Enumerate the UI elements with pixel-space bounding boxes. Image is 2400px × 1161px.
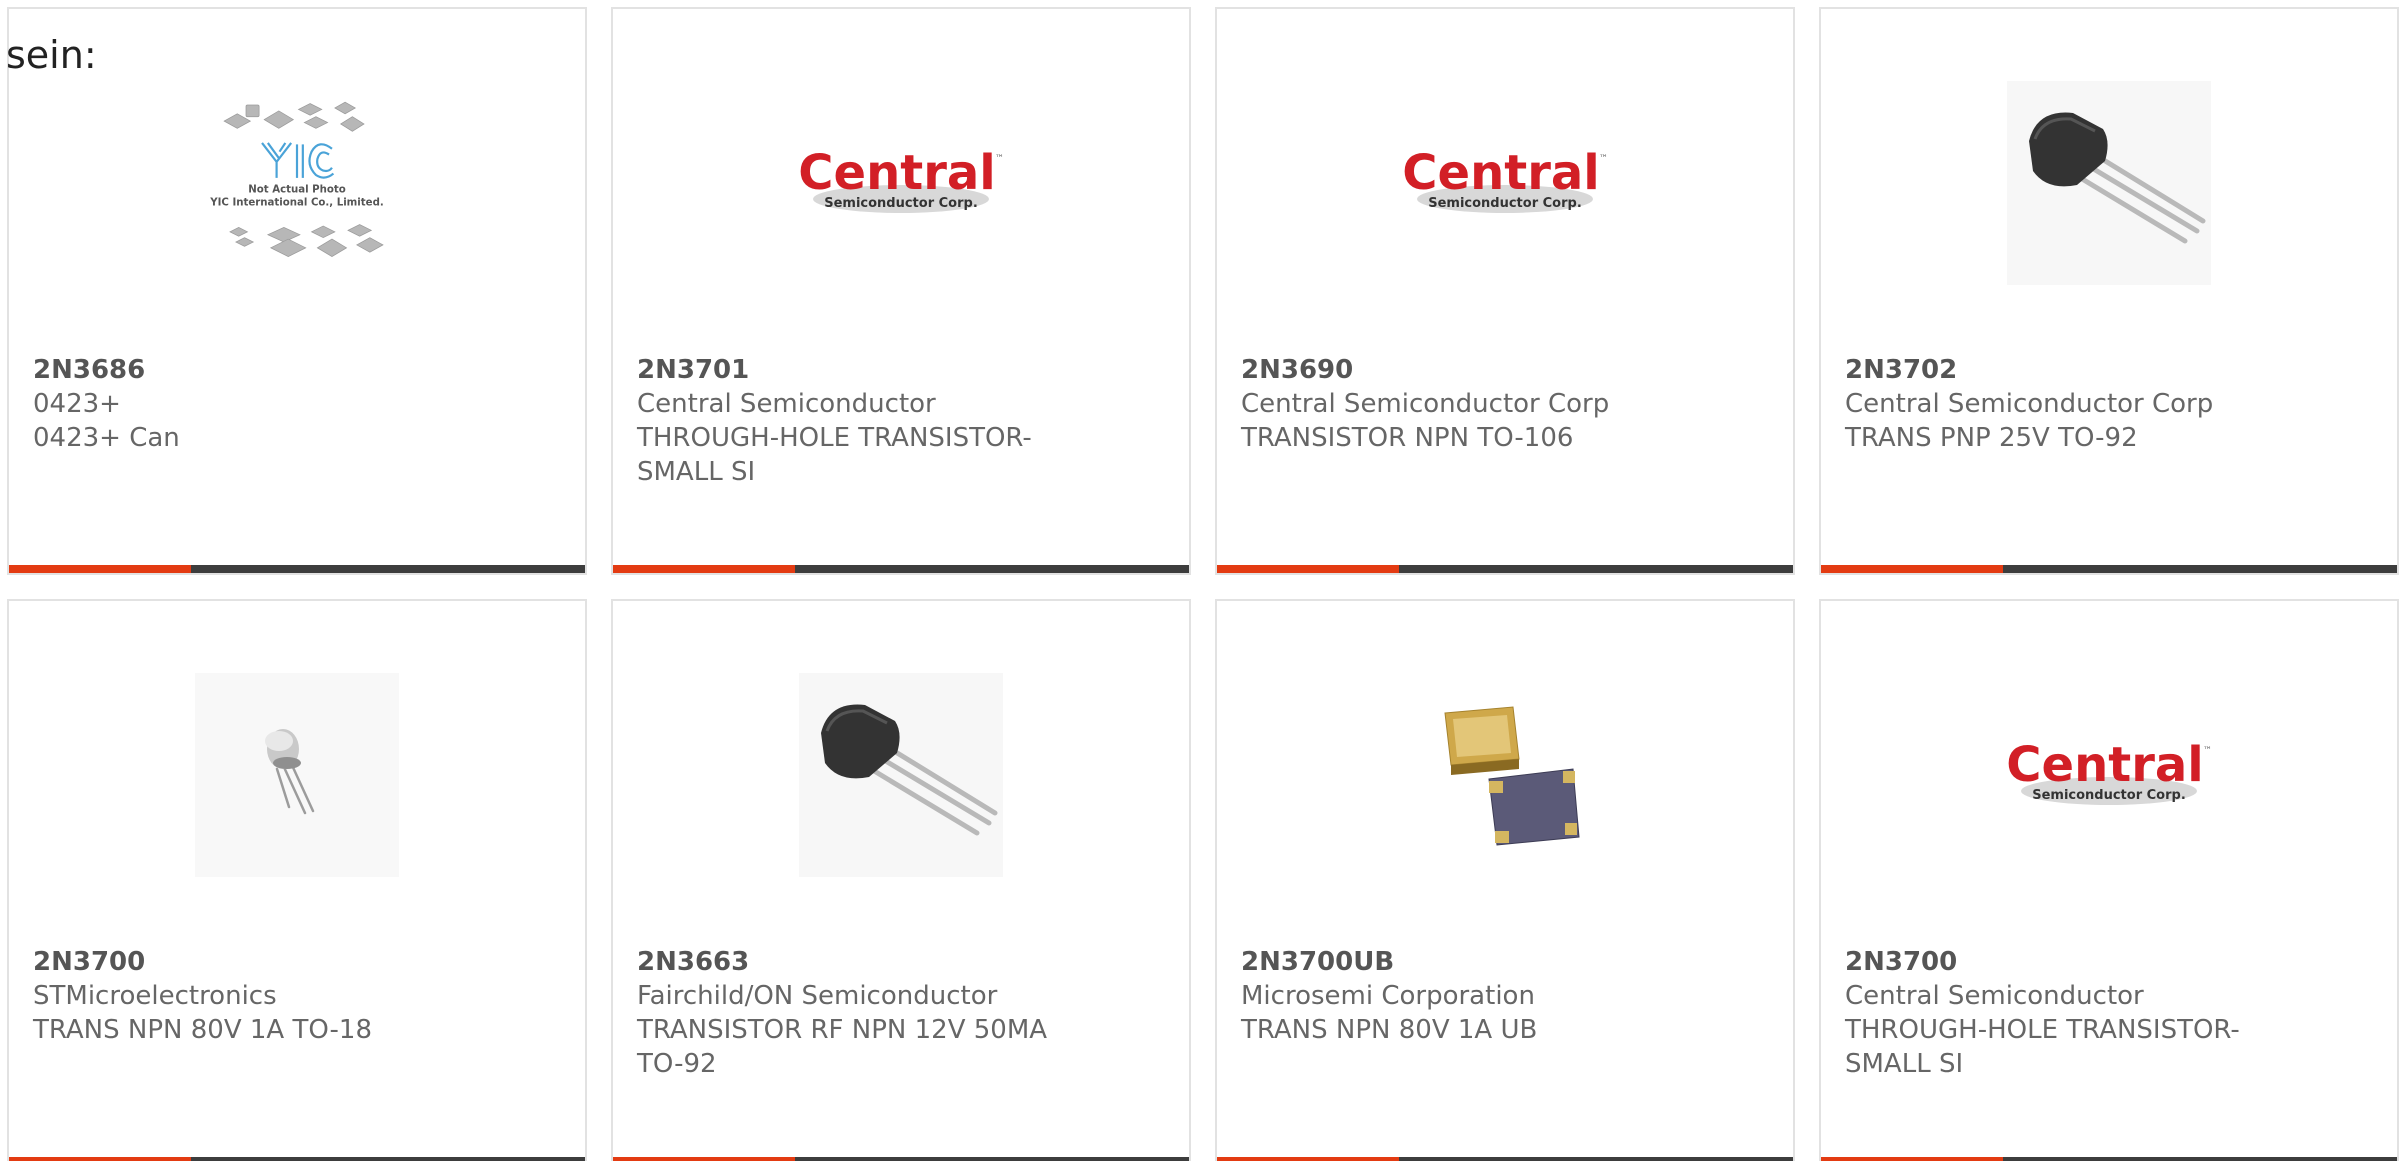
part-number: 2N3700UB bbox=[1241, 947, 1395, 977]
card-accent-bar bbox=[613, 565, 795, 573]
product-info: 2N3690 Central Semiconductor Corp TRANSI… bbox=[1241, 353, 1671, 455]
card-accent-bar bbox=[1217, 1157, 1399, 1161]
svg-text:Semiconductor Corp.: Semiconductor Corp. bbox=[824, 196, 978, 211]
manufacturer: Central Semiconductor bbox=[637, 389, 936, 419]
card-bottom-bar bbox=[1217, 1157, 1793, 1161]
description: 0423+ Can bbox=[33, 423, 180, 453]
card-bottom-bar bbox=[613, 1157, 1189, 1161]
card-bottom-bar bbox=[9, 1157, 585, 1161]
card-bottom-bar bbox=[1821, 565, 2397, 573]
product-image bbox=[1403, 673, 1607, 877]
svg-text:Central: Central bbox=[799, 145, 996, 201]
product-image bbox=[2007, 81, 2211, 285]
card-accent-bar bbox=[9, 1157, 191, 1161]
svg-text:YIC International Co., Limited: YIC International Co., Limited. bbox=[209, 198, 384, 209]
ub-smd-package-image bbox=[1444, 706, 1580, 846]
to92-transistor-image bbox=[799, 673, 1003, 877]
product-info: 2N3686 0423+ 0423+ Can bbox=[33, 353, 463, 455]
manufacturer: Central Semiconductor bbox=[1845, 981, 2144, 1011]
part-number: 2N3701 bbox=[637, 355, 750, 385]
product-image: Central ™ Semiconductor Corp. bbox=[2007, 673, 2211, 877]
product-card[interactable]: 2N3702 Central Semiconductor Corp TRANS … bbox=[1819, 7, 2399, 575]
product-card[interactable]: Central ™ Semiconductor Corp. 2N3700 Cen… bbox=[1819, 599, 2399, 1161]
part-number: 2N3702 bbox=[1845, 355, 1958, 385]
product-card[interactable]: 2N3700UB Microsemi Corporation TRANS NPN… bbox=[1215, 599, 1795, 1161]
card-accent-bar bbox=[1217, 565, 1399, 573]
manufacturer: Central Semiconductor Corp bbox=[1845, 389, 2214, 419]
manufacturer: STMicroelectronics bbox=[33, 981, 277, 1011]
svg-text:Semiconductor Corp.: Semiconductor Corp. bbox=[1428, 196, 1582, 211]
svg-text:Central: Central bbox=[1403, 145, 1600, 201]
product-info: 2N3702 Central Semiconductor Corp TRANS … bbox=[1845, 353, 2275, 455]
product-image bbox=[195, 673, 399, 877]
not-actual-photo-image: Not Actual Photo YIC International Co., … bbox=[209, 101, 384, 258]
description: THROUGH-HOLE TRANSISTOR-SMALL SI bbox=[637, 423, 1032, 487]
part-number: 2N3663 bbox=[637, 947, 750, 977]
description: TRANSISTOR NPN TO-106 bbox=[1241, 423, 1574, 453]
description: TRANS NPN 80V 1A TO-18 bbox=[33, 1015, 373, 1045]
product-image bbox=[799, 673, 1003, 877]
central-semiconductor-logo: Central ™ Semiconductor Corp. bbox=[1403, 145, 1607, 213]
description: THROUGH-HOLE TRANSISTOR-SMALL SI bbox=[1845, 1015, 2240, 1079]
description: TRANS NPN 80V 1A UB bbox=[1241, 1015, 1538, 1045]
product-image: Not Actual Photo YIC International Co., … bbox=[195, 81, 399, 285]
central-semiconductor-logo: Central ™ Semiconductor Corp. bbox=[799, 145, 1003, 213]
product-image: Central ™ Semiconductor Corp. bbox=[1403, 81, 1607, 285]
part-number: 2N3686 bbox=[33, 355, 146, 385]
manufacturer: Central Semiconductor Corp bbox=[1241, 389, 1610, 419]
product-info: 2N3700 STMicroelectronics TRANS NPN 80V … bbox=[33, 945, 463, 1047]
description: TRANSISTOR RF NPN 12V 50MA TO-92 bbox=[637, 1015, 1048, 1079]
card-bottom-bar bbox=[613, 565, 1189, 573]
product-info: 2N3701 Central Semiconductor THROUGH-HOL… bbox=[637, 353, 1067, 489]
manufacturer: Fairchild/ON Semiconductor bbox=[637, 981, 998, 1011]
svg-text:Semiconductor Corp.: Semiconductor Corp. bbox=[2032, 788, 2186, 803]
card-bottom-bar bbox=[1217, 565, 1793, 573]
card-accent-bar bbox=[1821, 1157, 2003, 1161]
to92-transistor-image bbox=[2007, 81, 2211, 285]
part-number: 2N3700 bbox=[1845, 947, 1958, 977]
manufacturer: 0423+ bbox=[33, 389, 121, 419]
product-image: Central ™ Semiconductor Corp. bbox=[799, 81, 1003, 285]
central-semiconductor-logo: Central ™ Semiconductor Corp. bbox=[2007, 737, 2211, 805]
product-info: 2N3700UB Microsemi Corporation TRANS NPN… bbox=[1241, 945, 1671, 1047]
card-accent-bar bbox=[1821, 565, 2003, 573]
to18-can-transistor-image bbox=[195, 673, 399, 877]
product-info: 2N3700 Central Semiconductor THROUGH-HOL… bbox=[1845, 945, 2275, 1081]
product-grid: Not Actual Photo YIC International Co., … bbox=[7, 7, 2400, 1161]
svg-text:™: ™ bbox=[995, 154, 1003, 164]
svg-text:™: ™ bbox=[1599, 154, 1607, 164]
page: sein: Not Actual Photo YIC International… bbox=[0, 0, 2400, 1161]
svg-text:Not Actual Photo: Not Actual Photo bbox=[248, 184, 346, 195]
part-number: 2N3700 bbox=[33, 947, 146, 977]
intro-text: sein: bbox=[6, 33, 97, 77]
card-accent-bar bbox=[9, 565, 191, 573]
card-accent-bar bbox=[613, 1157, 795, 1161]
product-info: 2N3663 Fairchild/ON Semiconductor TRANSI… bbox=[637, 945, 1067, 1081]
product-card[interactable]: Not Actual Photo YIC International Co., … bbox=[7, 7, 587, 575]
svg-text:Central: Central bbox=[2007, 737, 2204, 793]
manufacturer: Microsemi Corporation bbox=[1241, 981, 1535, 1011]
product-card[interactable]: Central ™ Semiconductor Corp. 2N3690 Cen… bbox=[1215, 7, 1795, 575]
product-card[interactable]: 2N3663 Fairchild/ON Semiconductor TRANSI… bbox=[611, 599, 1191, 1161]
part-number: 2N3690 bbox=[1241, 355, 1354, 385]
card-bottom-bar bbox=[9, 565, 585, 573]
product-card[interactable]: 2N3700 STMicroelectronics TRANS NPN 80V … bbox=[7, 599, 587, 1161]
card-bottom-bar bbox=[1821, 1157, 2397, 1161]
product-card[interactable]: Central ™ Semiconductor Corp. 2N3701 Cen… bbox=[611, 7, 1191, 575]
description: TRANS PNP 25V TO-92 bbox=[1845, 423, 2138, 453]
svg-text:™: ™ bbox=[2203, 746, 2211, 756]
